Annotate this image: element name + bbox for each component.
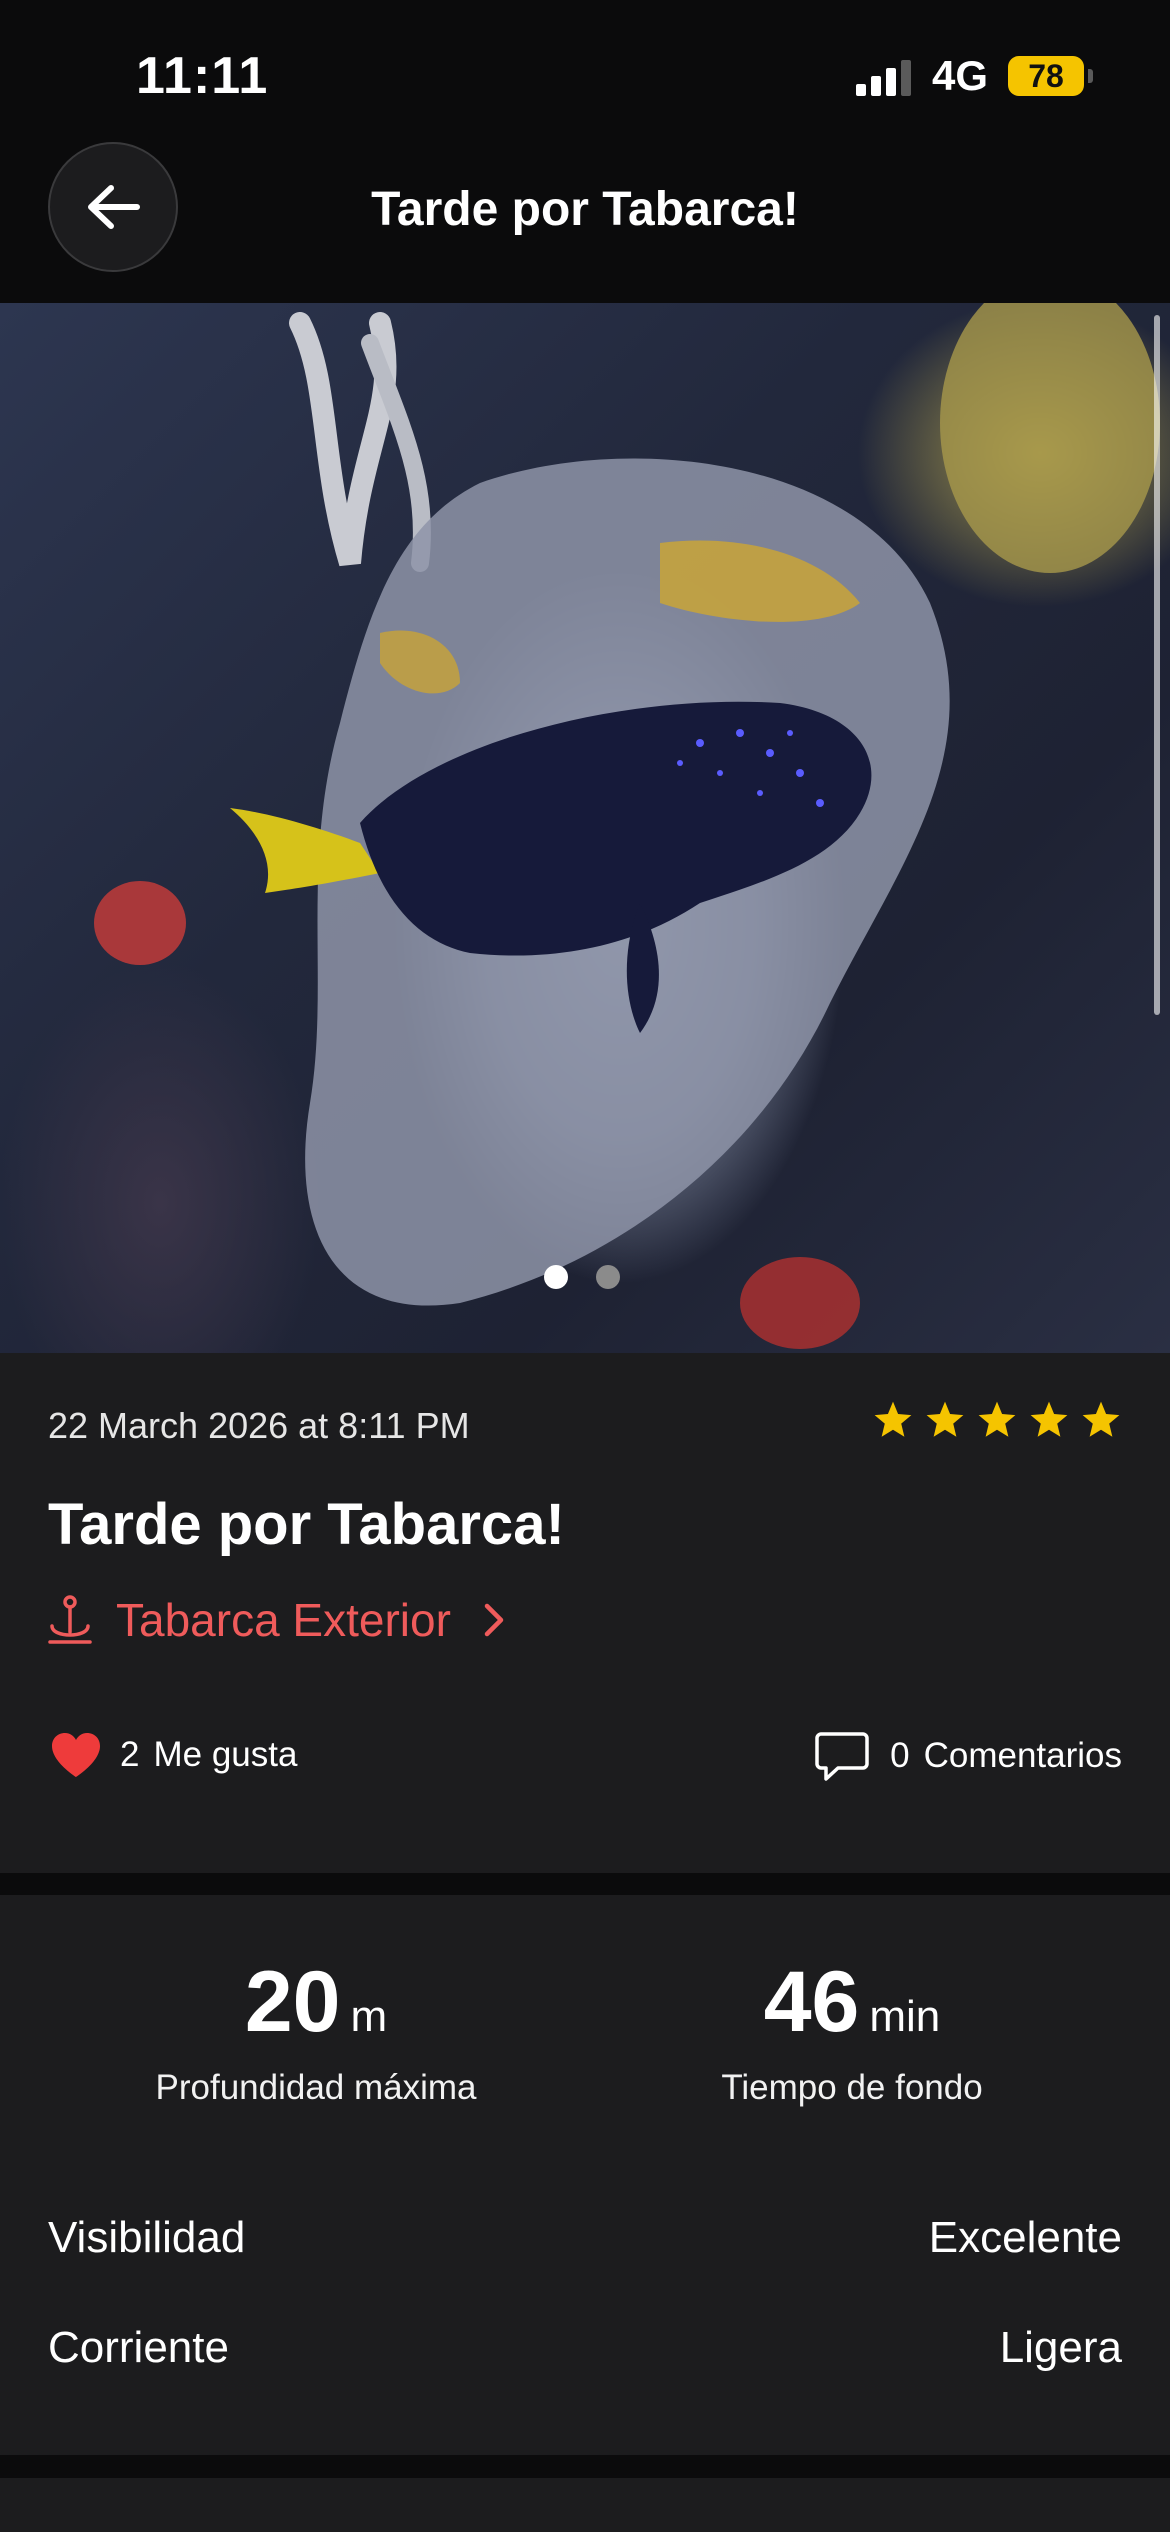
likes-label: Me gusta (153, 1735, 298, 1774)
status-time: 11:11 (136, 47, 269, 105)
battery-icon: 78 (1008, 56, 1084, 96)
bottom-time-unit: min (869, 1992, 941, 2041)
comments-button[interactable]: 0 Comentarios (814, 1729, 1122, 1783)
bottom-time-label: Tiempo de fondo (721, 2068, 983, 2107)
post-date: 22 March 2026 at 8:11 PM (48, 1405, 470, 1446)
star-icon (926, 1401, 964, 1437)
chevron-right-icon (484, 1603, 504, 1637)
max-depth-unit: m (350, 1992, 388, 2041)
page-title: Tarde por Tabarca! (371, 183, 799, 236)
current-value: Ligera (999, 2323, 1122, 2372)
comments-label: Comentarios (923, 1736, 1122, 1775)
dive-site-link[interactable]: Tabarca Exterior (48, 1593, 509, 1647)
rating-stars (872, 1399, 1122, 1441)
nav-header: Tarde por Tabarca! (0, 140, 1170, 303)
comments-count: 0 (890, 1736, 910, 1775)
bottom-time-stat: 46 min Tiempo de fondo (572, 1953, 1132, 2108)
current-label: Corriente (48, 2323, 229, 2372)
dive-site-pin-icon (48, 1595, 92, 1644)
star-icon (1030, 1401, 1068, 1437)
scroll-indicator (1154, 315, 1160, 1015)
dive-photo (94, 303, 1160, 1349)
like-button[interactable]: 2 Me gusta (50, 1731, 297, 1779)
comment-bubble-icon (815, 1732, 869, 1781)
max-depth-value: 20 (244, 1954, 341, 2050)
network-type: 4G (932, 52, 989, 99)
current-row: Corriente Ligera (48, 2323, 1122, 2373)
battery-cap (1088, 69, 1093, 83)
post-title: Tarde por Tabarca! (48, 1492, 565, 1557)
star-icon (978, 1401, 1016, 1437)
cellular-signal-icon (856, 60, 911, 96)
post-info-card: 22 March 2026 at 8:11 PM Tarde por Tabar… (0, 1353, 1170, 1873)
heart-icon (52, 1733, 100, 1777)
visibility-value: Excelente (928, 2213, 1122, 2262)
dive-stats-card: 20 m Profundidad máxima 46 min Tiempo de f… (0, 1895, 1170, 2455)
carousel-pagination[interactable] (544, 1265, 620, 1289)
likes-count: 2 (120, 1735, 140, 1774)
max-depth-stat: 20 m Profundidad máxima (36, 1953, 596, 2108)
star-icon (1082, 1401, 1120, 1437)
visibility-row: Visibilidad Excelente (48, 2213, 1122, 2263)
dive-site-name: Tabarca Exterior (116, 1594, 451, 1646)
status-bar: 11:11 4G 78 (0, 0, 1170, 140)
next-section-card (0, 2478, 1170, 2532)
star-icon (874, 1401, 912, 1437)
visibility-label: Visibilidad (48, 2213, 246, 2262)
max-depth-label: Profundidad máxima (155, 2068, 477, 2107)
dive-photo-carousel[interactable] (0, 303, 1170, 1353)
bottom-time-value: 46 (763, 1954, 860, 2050)
battery-level: 78 (1028, 57, 1064, 94)
carousel-dot-1[interactable] (544, 1265, 568, 1289)
carousel-dot-2[interactable] (596, 1265, 620, 1289)
